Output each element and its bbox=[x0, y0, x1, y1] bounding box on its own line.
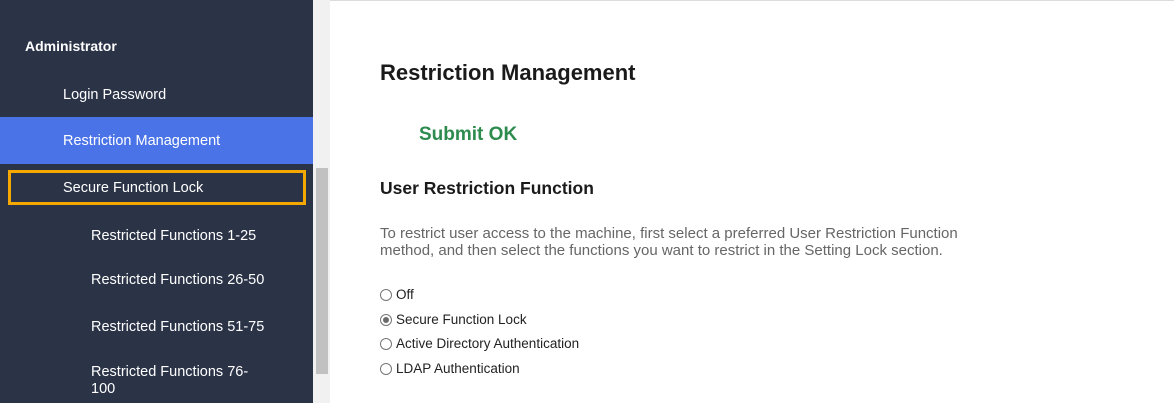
sidebar-item-label: Login Password bbox=[63, 87, 167, 103]
radio-option-ldap-authentication[interactable]: LDAP Authentication bbox=[380, 361, 520, 376]
sidebar-item-restricted-functions-26-50[interactable]: Restricted Functions 26-50 bbox=[0, 260, 313, 300]
sidebar-scrollbar-thumb[interactable] bbox=[316, 168, 328, 374]
radio-option-off[interactable]: Off bbox=[380, 287, 414, 302]
submit-status-message: Submit OK bbox=[419, 124, 518, 145]
sidebar-item-label: Secure Function Lock bbox=[63, 179, 204, 196]
description-line1: To restrict user access to the machine, … bbox=[380, 225, 958, 242]
sidebar-item-login-password[interactable]: Login Password bbox=[0, 75, 313, 115]
section-title-user-restriction-function: User Restriction Function bbox=[380, 178, 594, 198]
sidebar-item-label-line1: Restricted Functions 76- bbox=[91, 364, 249, 380]
description-line2: method, and then select the functions yo… bbox=[380, 242, 943, 259]
sidebar-item-secure-function-lock[interactable]: Secure Function Lock bbox=[8, 170, 306, 205]
sidebar-item-restricted-functions-51-75[interactable]: Restricted Functions 51-75 bbox=[0, 307, 313, 347]
radio-unchecked-icon[interactable] bbox=[380, 288, 392, 301]
radio-option-active-directory-authentication[interactable]: Active Directory Authentication bbox=[380, 336, 579, 351]
sidebar-item-label: Restricted Functions 26-50 bbox=[91, 272, 265, 288]
radio-option-secure-function-lock[interactable]: Secure Function Lock bbox=[380, 312, 527, 327]
sidebar-item-label: Restricted Functions 1-25 bbox=[91, 228, 257, 244]
radio-option-label: Secure Function Lock bbox=[396, 312, 527, 327]
sidebar-item-restricted-functions-1-25[interactable]: Restricted Functions 1-25 bbox=[0, 216, 313, 256]
sidebar-item-restriction-management[interactable]: Restriction Management bbox=[0, 117, 313, 164]
content-top-border bbox=[330, 0, 1174, 1]
sidebar-item-label: Restricted Functions 76- 100 bbox=[91, 364, 248, 398]
radio-option-label: Active Directory Authentication bbox=[396, 336, 580, 351]
sidebar-item-label-line2: 100 bbox=[91, 381, 116, 397]
radio-option-label: LDAP Authentication bbox=[396, 361, 520, 376]
sidebar-item-restricted-functions-76-100[interactable]: Restricted Functions 76- 100 bbox=[0, 364, 313, 403]
radio-unchecked-icon[interactable] bbox=[380, 362, 392, 375]
sidebar-top bbox=[0, 0, 313, 13]
sidebar-item-label: Restricted Functions 51-75 bbox=[91, 319, 265, 335]
section-description: To restrict user access to the machine, … bbox=[380, 225, 1120, 259]
sidebar-heading-administrator: Administrator bbox=[25, 38, 117, 54]
sidebar-item-label: Restriction Management bbox=[63, 132, 221, 149]
sidebar-nav: Administrator Login Password Restriction… bbox=[0, 0, 313, 403]
page-title: Restriction Management bbox=[380, 60, 636, 85]
radio-unchecked-icon[interactable] bbox=[380, 337, 392, 350]
radio-option-label: Off bbox=[396, 287, 414, 302]
radio-checked-icon[interactable] bbox=[380, 313, 392, 326]
